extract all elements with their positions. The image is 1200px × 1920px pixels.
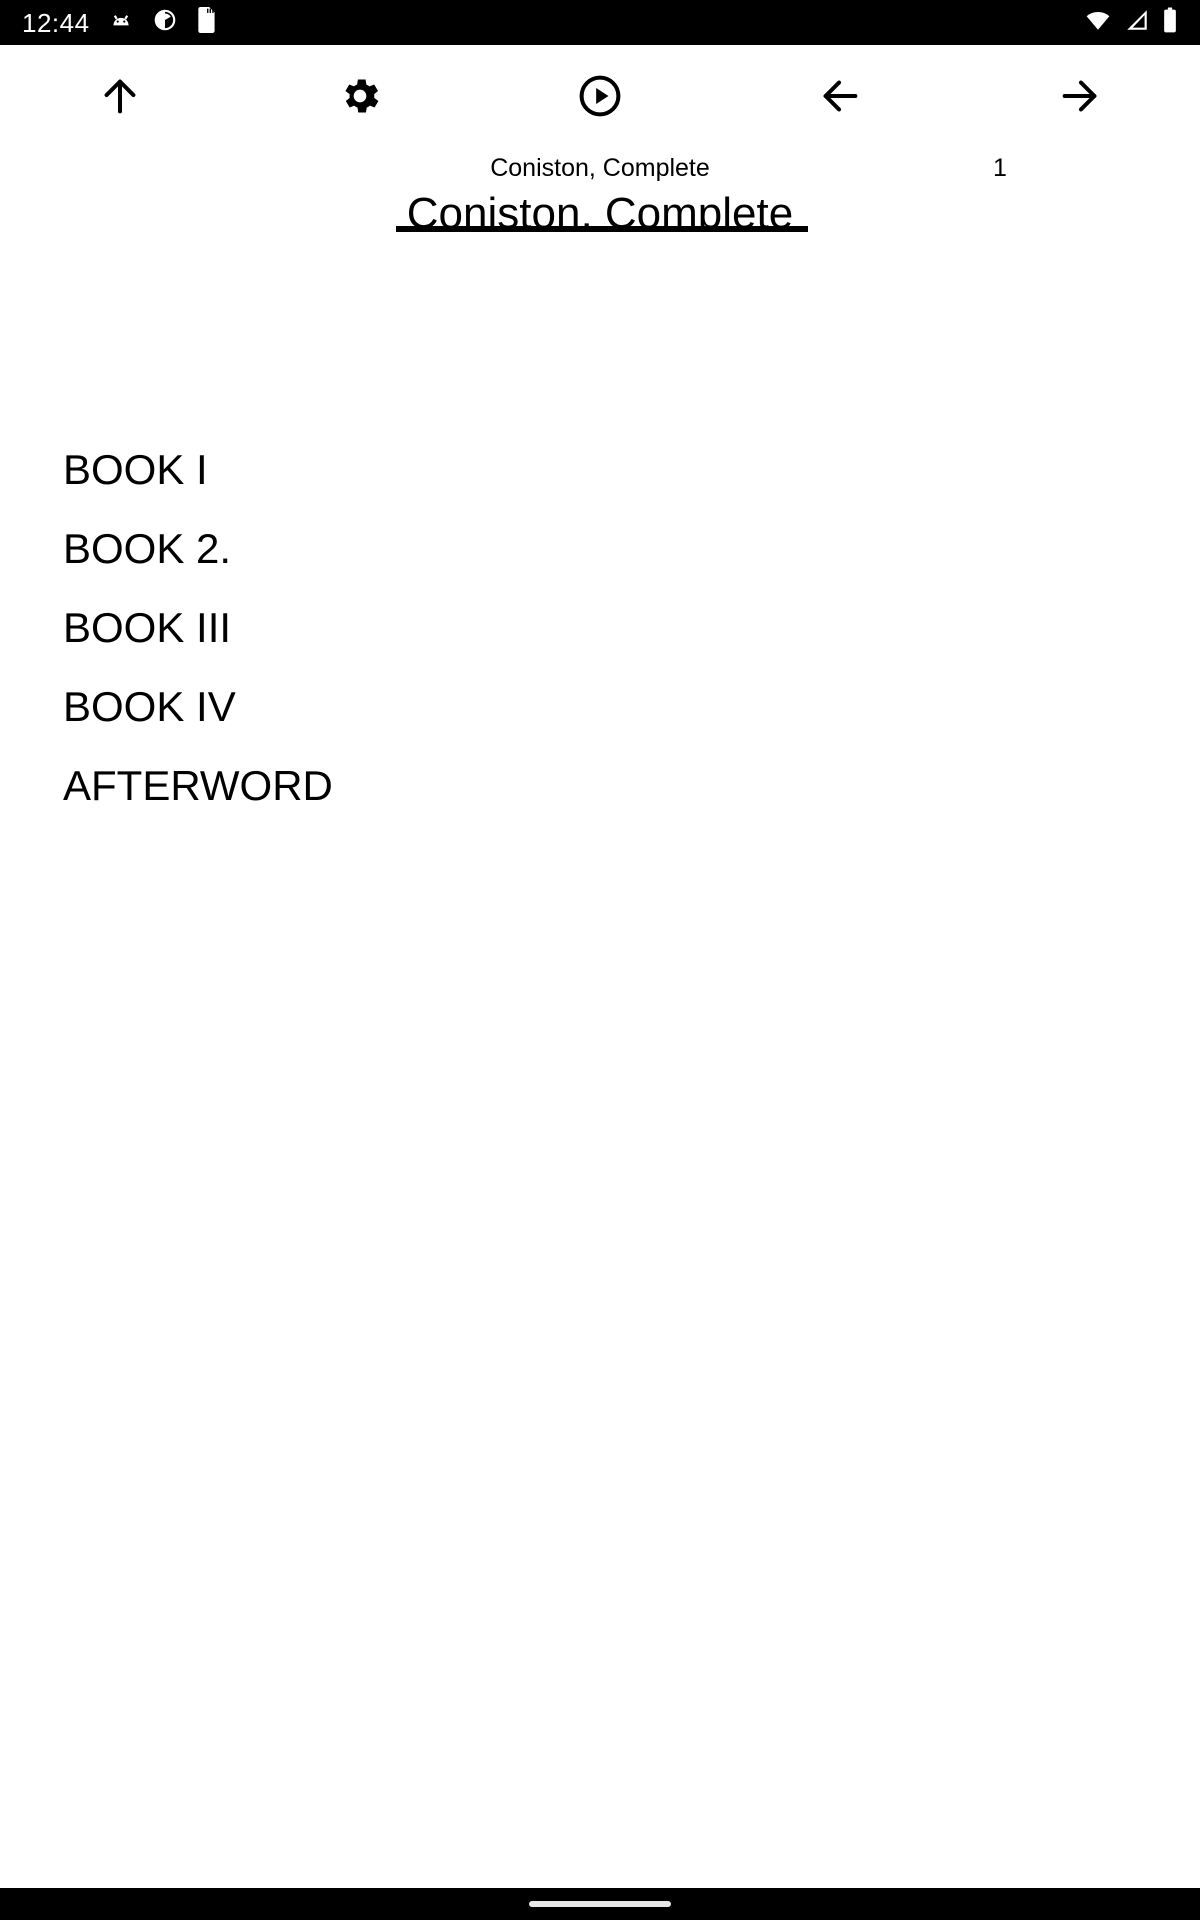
title-underline-rule [396,226,808,232]
battery-icon [1162,7,1178,38]
book-heading-clip: Coniston, Complete [0,188,1200,228]
status-bar-right [1084,7,1178,38]
home-gesture-pill[interactable] [529,1901,671,1907]
play-button[interactable] [552,45,648,149]
table-of-contents: BOOK I BOOK 2. BOOK III BOOK IV AFTERWOR… [0,430,1200,825]
list-item[interactable]: BOOK III [0,588,1200,667]
gear-icon [337,73,383,122]
system-navigation-bar [0,1888,1200,1920]
next-button[interactable] [1032,45,1128,149]
book-heading: Coniston, Complete [406,189,794,228]
list-item[interactable]: BOOK IV [0,667,1200,746]
list-item[interactable]: BOOK 2. [0,509,1200,588]
app-screen: 12:44 Coniston, Complete 1 Coniston, Com… [0,0,1200,1920]
previous-button[interactable] [792,45,888,149]
status-clock: 12:44 [22,7,90,38]
arrow-right-icon [1057,73,1103,122]
android-head-icon [108,7,134,38]
list-item[interactable]: BOOK I [0,430,1200,509]
play-circle-icon [577,73,623,122]
status-bar-left: 12:44 [22,7,218,38]
cellular-signal-icon [1124,7,1150,38]
clock-circle-icon [152,7,178,38]
arrow-up-icon [97,73,143,122]
reader-toolbar [0,45,1200,155]
list-item[interactable]: AFTERWORD [0,746,1200,825]
wifi-icon [1084,7,1112,38]
scroll-up-button[interactable] [72,45,168,149]
page-number: 1 [993,154,1007,182]
sd-card-icon [196,7,218,38]
arrow-left-icon [817,73,863,122]
status-bar: 12:44 [0,0,1200,45]
settings-button[interactable] [312,45,408,149]
